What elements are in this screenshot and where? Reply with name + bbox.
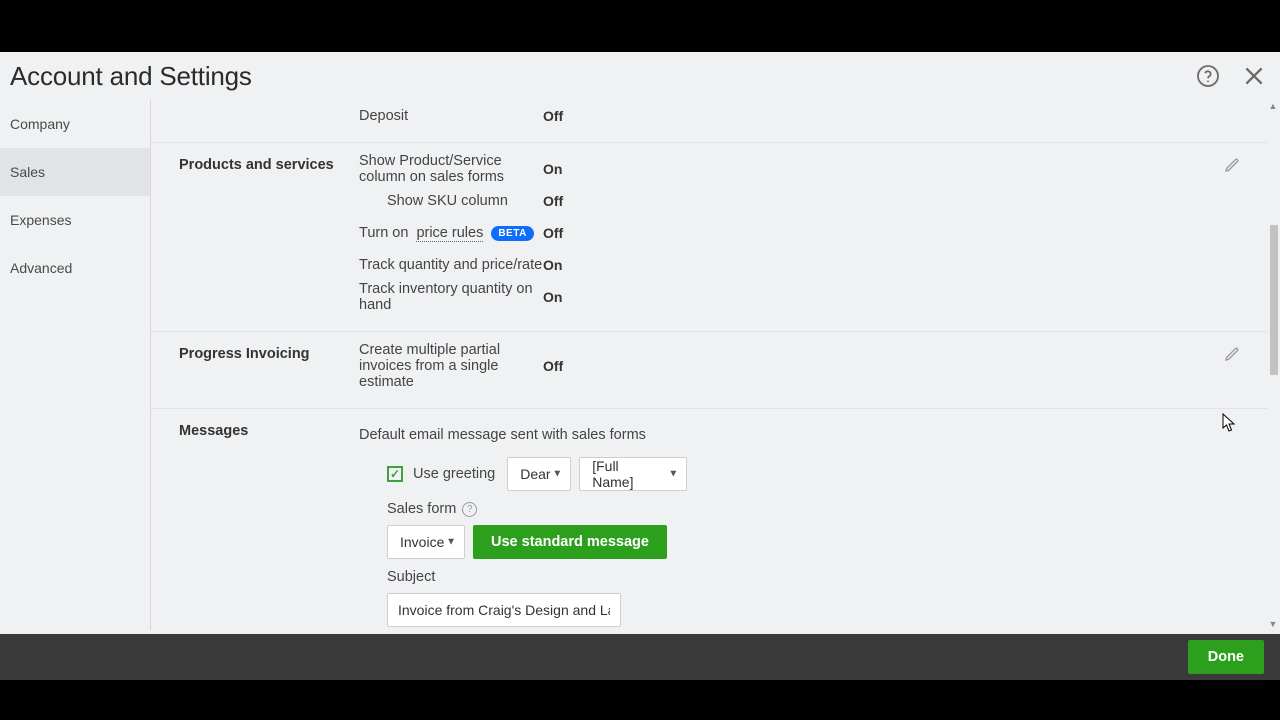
subject-label: Subject <box>387 569 1248 585</box>
use-greeting-label: Use greeting <box>413 466 495 482</box>
scrollbar-thumb[interactable] <box>1270 225 1278 375</box>
deposit-value: Off <box>543 108 563 124</box>
chevron-down-icon: ▼ <box>668 469 678 480</box>
deposit-label: Deposit <box>179 108 543 124</box>
track-inventory-value: On <box>543 289 562 305</box>
done-button[interactable]: Done <box>1188 640 1264 674</box>
help-icon[interactable]: ? <box>462 502 477 517</box>
scroll-up-arrow[interactable]: ▲ <box>1268 100 1278 112</box>
sidebar-item-company[interactable]: Company <box>0 100 150 148</box>
chevron-down-icon: ▼ <box>446 537 456 548</box>
pencil-icon[interactable] <box>1224 346 1240 362</box>
chevron-down-icon: ▼ <box>552 469 562 480</box>
messages-section-title: Messages <box>179 423 339 439</box>
scroll-down-arrow[interactable]: ▼ <box>1268 618 1278 630</box>
greeting-select[interactable]: Dear▼ <box>507 457 571 491</box>
subject-input[interactable] <box>387 593 621 627</box>
sidebar-item-advanced[interactable]: Advanced <box>0 244 150 292</box>
price-rules-label: Turn on price rules BETA <box>179 225 543 242</box>
footer-bar: Done <box>0 634 1280 680</box>
show-sku-label: Show SKU column <box>179 193 543 209</box>
price-rules-value: Off <box>543 225 563 241</box>
price-rules-link[interactable]: price rules <box>416 225 483 242</box>
use-greeting-checkbox[interactable]: ✓ <box>387 466 403 482</box>
sales-form-label: Sales form ? <box>387 501 1248 517</box>
name-token-select[interactable]: [Full Name]▼ <box>579 457 687 491</box>
beta-badge: BETA <box>491 226 533 241</box>
track-qty-label: Track quantity and price/rate <box>179 257 543 273</box>
use-standard-message-button[interactable]: Use standard message <box>473 525 667 559</box>
track-inventory-label: Track inventory quantity on hand <box>179 281 543 313</box>
page-title: Account and Settings <box>10 61 252 92</box>
close-icon[interactable] <box>1240 62 1268 90</box>
pencil-icon[interactable] <box>1224 157 1240 173</box>
track-qty-value: On <box>543 257 562 273</box>
show-sku-value: Off <box>543 193 563 209</box>
progress-section-title: Progress Invoicing <box>179 346 339 362</box>
scrollbar[interactable]: ▲ ▼ <box>1268 100 1278 630</box>
settings-sidebar: Company Sales Expenses Advanced <box>0 100 151 630</box>
sales-form-select[interactable]: Invoice▼ <box>387 525 465 559</box>
sidebar-item-expenses[interactable]: Expenses <box>0 196 150 244</box>
progress-row-value: Off <box>543 358 563 374</box>
products-section-title: Products and services <box>179 157 339 173</box>
show-product-col-value: On <box>543 161 562 177</box>
sidebar-item-sales[interactable]: Sales <box>0 148 150 196</box>
help-icon[interactable] <box>1194 62 1222 90</box>
